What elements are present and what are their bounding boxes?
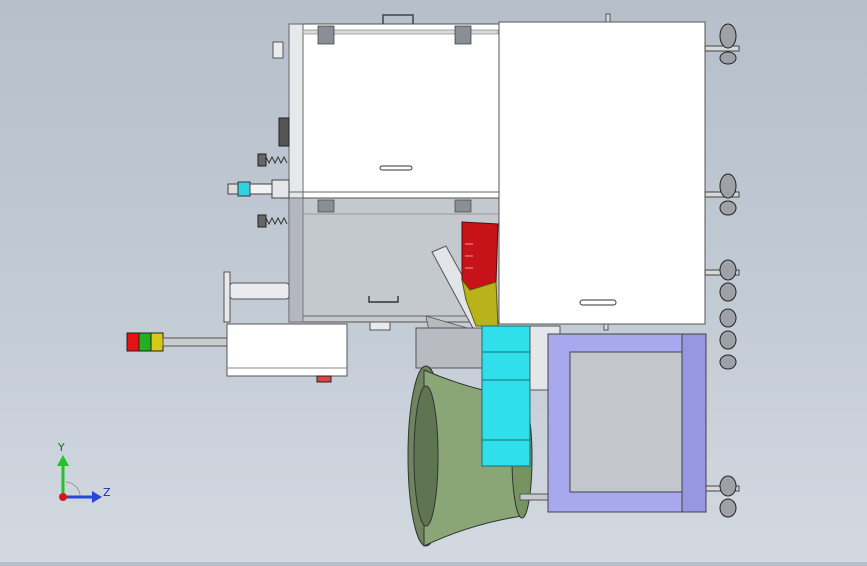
cad-viewport[interactable]: Y Z bbox=[0, 0, 867, 562]
stack-light[interactable] bbox=[126, 332, 228, 352]
lilac-frame bbox=[547, 333, 707, 513]
cylinder-fitting bbox=[227, 179, 290, 199]
upper-cabinet[interactable] bbox=[288, 14, 502, 199]
drawer-handle[interactable] bbox=[379, 165, 413, 171]
caster-wheels bbox=[704, 23, 740, 518]
linear-feeder bbox=[481, 325, 531, 467]
spring-bolt-upper bbox=[257, 153, 288, 167]
spring-bolt-lower bbox=[257, 214, 288, 228]
side-fittings bbox=[223, 41, 290, 323]
axis-label-z: Z bbox=[103, 486, 111, 499]
axis-label-y: Y bbox=[58, 441, 65, 454]
right-handle[interactable] bbox=[579, 299, 617, 306]
control-box[interactable] bbox=[226, 321, 391, 383]
axis-triad bbox=[57, 455, 102, 503]
top-handle[interactable] bbox=[382, 14, 414, 24]
right-cabinet[interactable] bbox=[498, 13, 706, 331]
machine-assembly-drawing bbox=[57, 13, 740, 547]
